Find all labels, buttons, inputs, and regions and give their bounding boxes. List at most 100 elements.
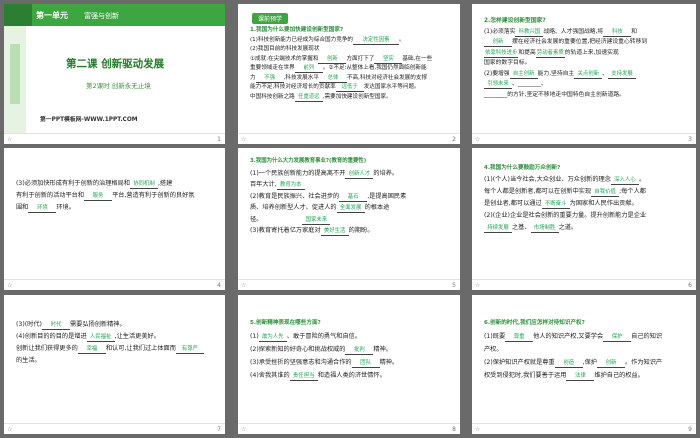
slide-number: 3 (688, 136, 692, 143)
decorative-green-accent (10, 44, 20, 104)
slide-bottom-bar: ☆ 5 (238, 279, 460, 290)
slide-5[interactable]: 3.我国为什么大力发展教育事业?(教育的重要性) (1)一个民族创新能力的提高离… (238, 148, 460, 290)
answer-blank: 创造 (554, 359, 583, 368)
answer-blank: 支持发展 (608, 70, 637, 79)
answer-blank: 决定性因素 (353, 36, 400, 45)
slide-thumbnail-grid: 第一单元 富强与创新 第二课 创新驱动发展 第2课时 创新永无止境 第一PPT模… (0, 0, 700, 438)
answer-blank: 创新人才 (345, 170, 374, 179)
answer-blank: 教育为本 (276, 181, 305, 190)
slide-1[interactable]: 第一单元 富强与创新 第二课 创新驱动发展 第2课时 创新永无止境 第一PPT模… (4, 4, 225, 144)
body-line: (4)舍我其谁的 责任担当 和造福人类的济世情怀。 (250, 372, 386, 381)
slide-number: 9 (688, 426, 692, 433)
slide-body: (3)必须加快形成有利于创新的治理格局和 协同机制 ,搭建 有利于创新的活动平台和服… (16, 178, 217, 214)
answer-blank: 敢为人先 (258, 333, 287, 342)
slide-3[interactable]: 2.怎样建设创新型国家? (1)必须落实 科教兴国 战略、人才强国战略,将 科技和 创… (472, 4, 696, 144)
slide-bottom-bar: ☆ 4 (4, 279, 225, 290)
answer-blank: 劳动者素质 (535, 49, 565, 58)
slide-transition-icon[interactable]: ☆ (7, 136, 12, 143)
slide-transition-icon[interactable]: ☆ (475, 426, 480, 433)
answer-blank: 自我价值 (591, 188, 620, 197)
slide-number: 8 (452, 426, 456, 433)
body-line: (1)(个人)当今社会,大众创业、万众创新的理念 深入人心。 (484, 176, 646, 185)
body-line: 创新让我们获得更多的 幸福 和认可,让我们过上体面而 有尊严 (16, 343, 217, 355)
question-heading: 2.怎样建设创新型国家? (484, 18, 546, 24)
slide-7[interactable]: (3)(时代) 时代 需要弘扬创新精神。 (4)创新目的的目的是增进 人民福祉 ,让生活… (4, 295, 225, 434)
unit-subtitle: 富强与创新 (84, 12, 119, 20)
body-line: (3)承受挫折的坚强意志和沟通合作的 团队 精神。 (250, 359, 399, 368)
slide-4[interactable]: (3)必须加快形成有利于创新的治理格局和 协同机制 ,搭建 有利于创新的活动平台和服… (4, 148, 225, 290)
slide-transition-icon[interactable]: ☆ (241, 282, 246, 289)
body-line: (2)要增强 自主创新 能力,坚持自主 关点创新、支持发展 (484, 69, 688, 80)
body-line: 每个人都是创新者,都可以在创新中实现 自我价值 ;每个人都 (484, 188, 646, 197)
body-line: (3)必须加快形成有利于创新的治理格局和 协同机制 ,搭建 (16, 180, 173, 189)
section-tag: 课前预学 (252, 13, 289, 24)
body-line: 权受到侵犯时,我们要善于运用 法律 维护自己的权益。 (484, 372, 644, 381)
body-line: (1)既要 尊重 他人的知识产权,又要学会 保护 自己的知识 (484, 333, 663, 342)
body-line: (3)教育寄托着亿万家庭对 美好生活 的期盼。 (250, 227, 374, 236)
slide-9[interactable]: 6.创新的时代,我们应怎样对待知识产权? (1)既要 尊重 他人的知识产权,又要学会… (472, 295, 696, 434)
answer-blank: 引领未来 (484, 80, 512, 89)
answer-blank: 人民福祉 (86, 333, 115, 342)
question-heading: 6.创新的时代,我们应怎样对待知识产权? (484, 320, 585, 326)
slide-bottom-bar: ☆ 2 (238, 133, 460, 144)
body-line: 是创业者,都可以通过 不断奋斗 为国家和人民作出贡献。 (484, 200, 638, 209)
slide-transition-icon[interactable]: ☆ (7, 426, 12, 433)
answer-blank: 时代 (41, 321, 70, 330)
answer-blank: 前列 (294, 64, 323, 73)
slide-8[interactable]: 5.创新精神表现在哪些方面? (1) 敢为人先 、敢于冒险的勇气和自信。 (2)探索… (238, 295, 460, 434)
body-line: (2)保护知识产权就是尊重 创造 ,保护 创新 。作为知识产 (484, 359, 663, 368)
answer-blank: 创新 (318, 55, 347, 64)
body-line: 持续发展 之基、 市场制胜 之道。 (484, 222, 688, 234)
slide-body: 1.我国为什么要加快建设创新型国家? (1)科技创新能力已经成为综合国力竞争的决… (250, 26, 452, 102)
body-line: 径。 国家未来 (250, 214, 452, 226)
body-line: ①成就:在尖端技术的掌握和 创新 方面打下了 坚实 基础,在一些 (250, 55, 433, 64)
answer-blank: 服务 (84, 192, 113, 201)
body-line: 有利于创新的活动平台和 服务 平台,营造有利于创新的良好氛 (16, 192, 195, 201)
slide-transition-icon[interactable]: ☆ (475, 282, 480, 289)
answer-blank: 不断奋斗 (541, 200, 570, 209)
question-heading: 3.我国为什么大力发展教育事业?(教育的重要性) (250, 158, 367, 164)
answer-blank: 保护 (603, 333, 632, 342)
slide-transition-icon[interactable]: ☆ (241, 426, 246, 433)
answer-blank: 深入人心 (610, 176, 639, 185)
body-line: 依靠科技进步和提高劳动者素质的轨道上来,加速实现 (484, 49, 619, 58)
body-line: (2)教育是民族振兴、社会进步的 基石 ,是提高国民素 (250, 192, 407, 202)
body-line: 力不强 ,科技发展水平 总体 不高,科技对经济社会发展的支撑 (250, 74, 428, 83)
slide-6[interactable]: 4.我国为什么要鼓励万众创新? (1)(个人)当今社会,大众创业、万众创新的理念… (472, 148, 696, 290)
question-heading: 1.我国为什么要加快建设创新型国家? (250, 27, 344, 33)
body-line: (1)必须落实 科教兴国 战略、人才强国战略,将 科技和 (484, 28, 638, 37)
slide-transition-icon[interactable]: ☆ (475, 136, 480, 143)
slide-number: 4 (217, 282, 221, 289)
answer-blank: 任重道远 (294, 93, 323, 102)
answer-blank: 协同机制 (129, 180, 158, 189)
slide-transition-icon[interactable]: ☆ (7, 282, 12, 289)
body-line: (2)探索新知的好奇心和挑战权威的 批判 精神。 (250, 346, 392, 355)
slide-number: 7 (217, 426, 221, 433)
slide-bottom-bar: ☆ 7 (4, 423, 225, 434)
body-line: 围和 环境 环境。 (16, 204, 75, 213)
body-line: (2)我国目前的科技发展现状 (250, 46, 320, 52)
answer-blank: 自主创新 (509, 70, 538, 79)
body-line: 的生活。 (16, 357, 41, 364)
body-line: 百年大计, 教育为本 (250, 179, 452, 191)
answer-blank: 美好生活 (320, 227, 349, 236)
answer-blank: 有尊严 (175, 345, 204, 354)
answer-blank: 总体 (318, 74, 347, 83)
slide-bottom-bar: ☆ 3 (472, 133, 696, 144)
answer-blank: 批判 (345, 346, 374, 355)
slide-bottom-bar: ☆ 8 (238, 423, 460, 434)
answer-blank: 尊重 (505, 333, 534, 342)
answer-blank: 持续发展 (484, 224, 512, 233)
answer-blank: 创新 (484, 38, 512, 47)
slide-transition-icon[interactable]: ☆ (241, 136, 246, 143)
slide-number: 2 (452, 136, 456, 143)
answer-blank: 市场制胜 (530, 224, 559, 233)
slide-2[interactable]: 课前预学 1.我国为什么要加快建设创新型国家? (1)科技创新能力已经成为综合国… (238, 4, 460, 144)
answer-blank: 创新 (596, 359, 625, 368)
answer-blank: 全面发展 (336, 204, 365, 213)
question-heading: 4.我国为什么要鼓励万众创新? (484, 165, 561, 171)
slide-number: 5 (452, 282, 456, 289)
slide-bottom-bar: ☆ 6 (472, 279, 696, 290)
question-heading: 5.创新精神表现在哪些方面? (250, 320, 321, 326)
answer-blank: 坚实 (374, 55, 403, 64)
